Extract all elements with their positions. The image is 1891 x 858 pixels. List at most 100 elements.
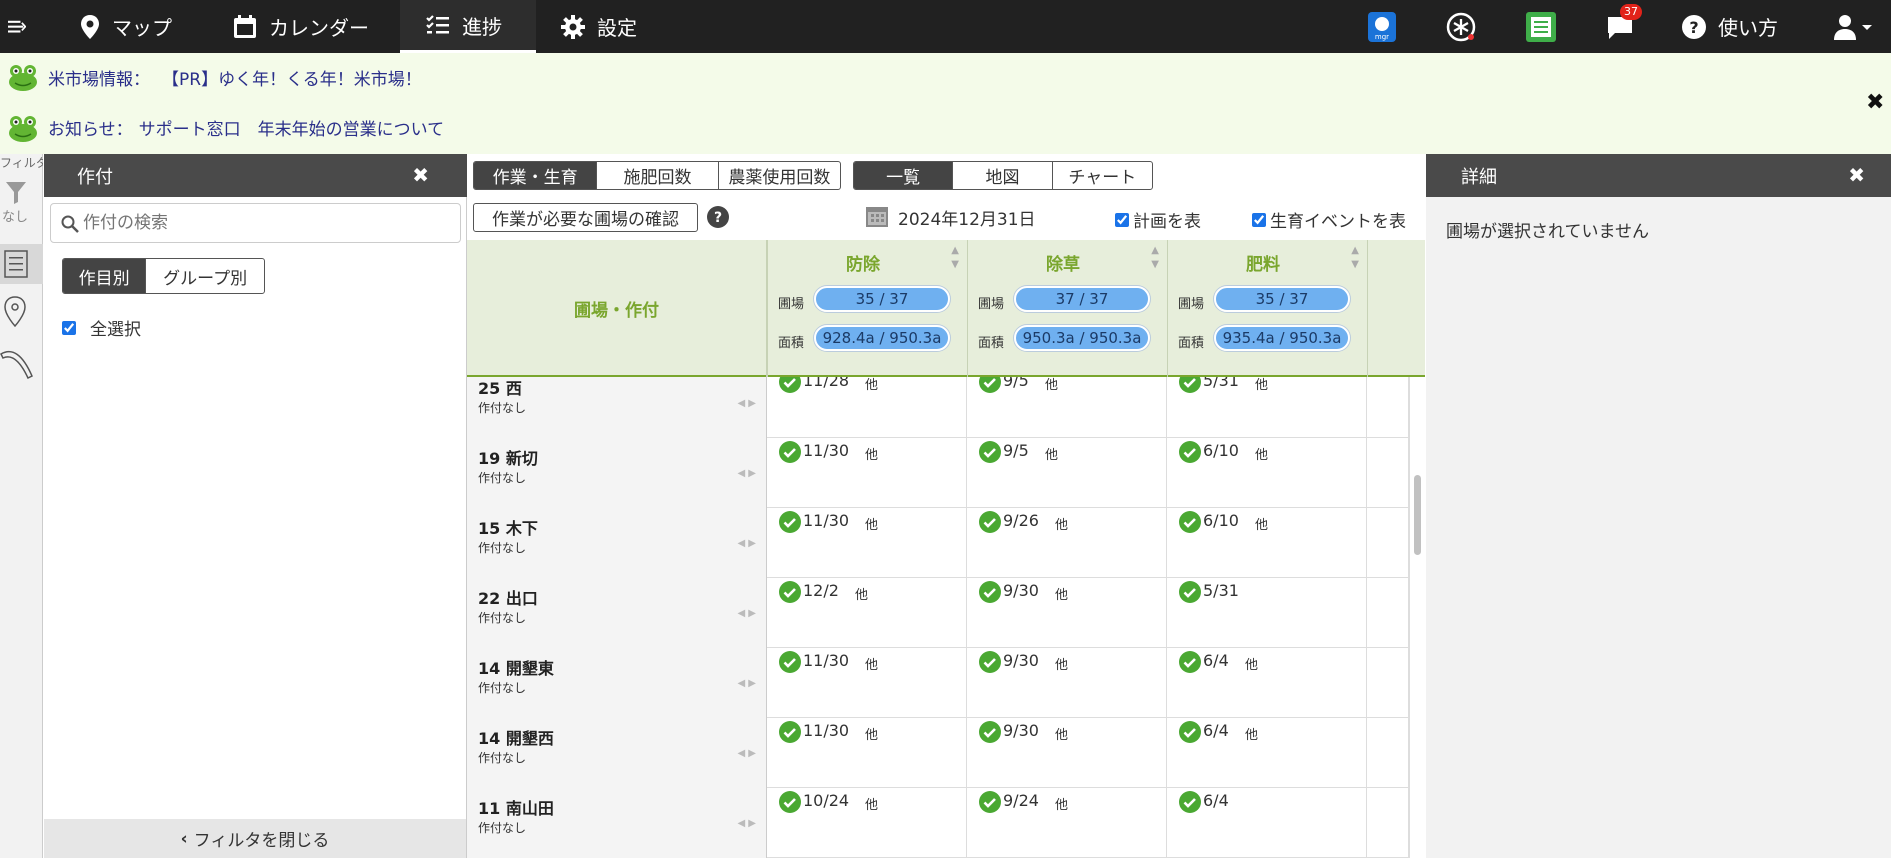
task-cell[interactable]: 12/2 他 bbox=[767, 578, 967, 648]
task-cell[interactable]: 10/24 他 bbox=[767, 788, 967, 858]
field-cell[interactable]: 15 木下 作付なし ◀ ▶ bbox=[467, 508, 767, 578]
nav-progress[interactable]: 進捗 bbox=[400, 0, 536, 53]
list-view-icon[interactable] bbox=[0, 244, 43, 284]
task-cell[interactable]: 6/10 他 bbox=[1167, 508, 1367, 578]
help-icon[interactable]: ? bbox=[707, 206, 729, 228]
rice-app-icon[interactable] bbox=[1446, 0, 1488, 53]
help-link[interactable]: ? 使い方 bbox=[1682, 0, 1778, 53]
task-cell[interactable]: 9/30 他 bbox=[967, 718, 1167, 788]
sort-icon[interactable]: ▲ ▼ bbox=[951, 244, 959, 272]
completed-check-icon bbox=[979, 441, 1001, 463]
boomerang-icon[interactable] bbox=[0, 346, 34, 380]
column-header[interactable]: 除草 ▲ ▼ 圃場 37 / 37 面積 950.3a / 950.3a bbox=[967, 240, 1167, 377]
task-cell-partial bbox=[1367, 788, 1409, 858]
selected-date[interactable]: 2024年12月31日 bbox=[898, 205, 1036, 230]
tab-map[interactable]: 地図 bbox=[953, 162, 1053, 189]
sort-icon[interactable]: ▲ ▼ bbox=[1351, 244, 1359, 272]
row-nav-arrows-icon[interactable]: ◀ ▶ bbox=[737, 678, 756, 689]
area-progress-pill: 928.4a / 950.3a bbox=[814, 325, 950, 351]
farm-record-icon[interactable] bbox=[1526, 0, 1568, 53]
other-tasks-label: 他 bbox=[865, 728, 879, 743]
row-nav-arrows-icon[interactable]: ◀ ▶ bbox=[737, 608, 756, 619]
table-row[interactable]: 14 開墾東 作付なし ◀ ▶ 11/30 他 9/30 他 6/4 他 bbox=[467, 648, 1409, 718]
messages-button[interactable]: 37 bbox=[1606, 0, 1646, 53]
table-row[interactable]: 22 出口 作付なし ◀ ▶ 12/2 他 9/30 他 5/31 bbox=[467, 578, 1409, 648]
task-cell[interactable]: 6/4 bbox=[1167, 788, 1367, 858]
task-cell[interactable]: 11/30 他 bbox=[767, 718, 967, 788]
area-progress-value: 950.3a / 950.3a bbox=[1022, 329, 1142, 347]
task-cell[interactable]: 11/30 他 bbox=[767, 648, 967, 718]
task-cell[interactable]: 9/24 他 bbox=[967, 788, 1167, 858]
tab-pesticide-count[interactable]: 農薬使用回数 bbox=[719, 162, 840, 189]
tab-fertilizer-count[interactable]: 施肥回数 bbox=[597, 162, 719, 189]
mgr-app-icon[interactable]: mgr bbox=[1368, 0, 1408, 53]
tab-by-group[interactable]: グループ別 bbox=[146, 259, 264, 293]
table-row[interactable]: 11 南山田 作付なし ◀ ▶ 10/24 他 9/24 他 6/4 bbox=[467, 788, 1409, 858]
location-pin-icon[interactable] bbox=[3, 296, 27, 328]
show-plan-checkbox[interactable] bbox=[1115, 212, 1129, 227]
column-header[interactable]: 肥料 ▲ ▼ 圃場 35 / 37 面積 935.4a / 950.3a bbox=[1167, 240, 1367, 377]
tab-by-crop[interactable]: 作目別 bbox=[63, 259, 147, 293]
table-row[interactable]: 14 開墾西 作付なし ◀ ▶ 11/30 他 9/30 他 6/4 他 bbox=[467, 718, 1409, 788]
task-cell[interactable]: 11/28 他 bbox=[767, 377, 967, 438]
tab-work-growth[interactable]: 作業・生育 bbox=[474, 162, 598, 189]
grid-scrollbar[interactable] bbox=[1409, 377, 1425, 858]
menu-toggle-icon[interactable] bbox=[8, 0, 38, 53]
calendar-icon[interactable] bbox=[865, 204, 889, 228]
field-cell[interactable]: 14 開墾東 作付なし ◀ ▶ bbox=[467, 648, 767, 718]
column-header[interactable]: 防除 ▲ ▼ 圃場 35 / 37 面積 928.4a / 950.3a bbox=[767, 240, 967, 377]
task-cell[interactable]: 5/31 bbox=[1167, 578, 1367, 648]
tab-list[interactable]: 一覧 bbox=[854, 162, 954, 189]
tab-chart[interactable]: チャート bbox=[1053, 162, 1152, 189]
scrollbar-thumb[interactable] bbox=[1414, 475, 1421, 555]
crop-panel-header: 作付 ✖ bbox=[44, 154, 467, 197]
field-cell[interactable]: 22 出口 作付なし ◀ ▶ bbox=[467, 578, 767, 648]
nav-calendar[interactable]: カレンダー bbox=[233, 0, 369, 53]
show-events-checkbox[interactable] bbox=[1252, 212, 1266, 227]
mode-tabs: 一覧 地図 チャート bbox=[853, 161, 1153, 190]
task-cell[interactable]: 5/31 他 bbox=[1167, 377, 1367, 438]
completed-check-icon bbox=[779, 441, 801, 463]
crop-search-box[interactable] bbox=[50, 203, 461, 243]
close-notice-icon[interactable]: ✖ bbox=[1866, 90, 1884, 115]
task-cell[interactable]: 11/30 他 bbox=[767, 508, 967, 578]
field-cell[interactable]: 11 南山田 作付なし ◀ ▶ bbox=[467, 788, 767, 858]
detail-empty-message: 圃場が選択されていません bbox=[1446, 222, 1649, 242]
task-cell[interactable]: 9/30 他 bbox=[967, 648, 1167, 718]
gear-icon bbox=[561, 14, 585, 39]
table-row[interactable]: 25 西作付なし ◀ ▶ 11/28 他 9/5 他 5/31 他 bbox=[467, 377, 1409, 438]
nav-settings[interactable]: 設定 bbox=[561, 0, 637, 53]
task-cell[interactable]: 9/5 他 bbox=[967, 377, 1167, 438]
row-nav-arrows-icon[interactable]: ◀ ▶ bbox=[737, 818, 756, 829]
field-cell[interactable]: 25 西作付なし ◀ ▶ bbox=[467, 377, 767, 438]
task-cell[interactable]: 9/26 他 bbox=[967, 508, 1167, 578]
field-crop-status: 作付なし bbox=[478, 681, 527, 695]
table-row[interactable]: 15 木下 作付なし ◀ ▶ 11/30 他 9/26 他 6/10 他 bbox=[467, 508, 1409, 578]
crop-search-input[interactable] bbox=[83, 209, 443, 237]
task-cell[interactable]: 9/30 他 bbox=[967, 578, 1167, 648]
field-cell[interactable]: 14 開墾西 作付なし ◀ ▶ bbox=[467, 718, 767, 788]
notice-link[interactable]: サポート窓口 年末年始の営業について bbox=[139, 115, 445, 140]
row-nav-arrows-icon[interactable]: ◀ ▶ bbox=[737, 468, 756, 479]
task-cell[interactable]: 6/4 他 bbox=[1167, 648, 1367, 718]
select-all-checkbox[interactable] bbox=[62, 320, 76, 335]
row-nav-arrows-icon[interactable]: ◀ ▶ bbox=[737, 398, 756, 409]
task-cell[interactable]: 6/4 他 bbox=[1167, 718, 1367, 788]
row-nav-arrows-icon[interactable]: ◀ ▶ bbox=[737, 538, 756, 549]
check-required-fields-button[interactable]: 作業が必要な圃場の確認 bbox=[473, 203, 698, 232]
close-panel-icon[interactable]: ✖ bbox=[412, 163, 429, 187]
field-cell[interactable]: 19 新切 作付なし ◀ ▶ bbox=[467, 438, 767, 508]
user-menu[interactable] bbox=[1834, 0, 1886, 53]
other-tasks-label: 他 bbox=[865, 798, 879, 813]
close-detail-icon[interactable]: ✖ bbox=[1848, 163, 1865, 187]
task-cell[interactable]: 11/30 他 bbox=[767, 438, 967, 508]
field-label: 圃場 bbox=[778, 297, 805, 312]
nav-map[interactable]: マップ bbox=[80, 0, 172, 53]
notice-link[interactable]: 【PR】ゆく年！くる年！米市場！ bbox=[162, 65, 422, 90]
filter-icon[interactable] bbox=[6, 182, 26, 204]
sort-icon[interactable]: ▲ ▼ bbox=[1151, 244, 1159, 272]
table-row[interactable]: 19 新切 作付なし ◀ ▶ 11/30 他 9/5 他 6/10 他 bbox=[467, 438, 1409, 508]
task-cell[interactable]: 9/5 他 bbox=[967, 438, 1167, 508]
row-nav-arrows-icon[interactable]: ◀ ▶ bbox=[737, 748, 756, 759]
task-cell[interactable]: 6/10 他 bbox=[1167, 438, 1367, 508]
